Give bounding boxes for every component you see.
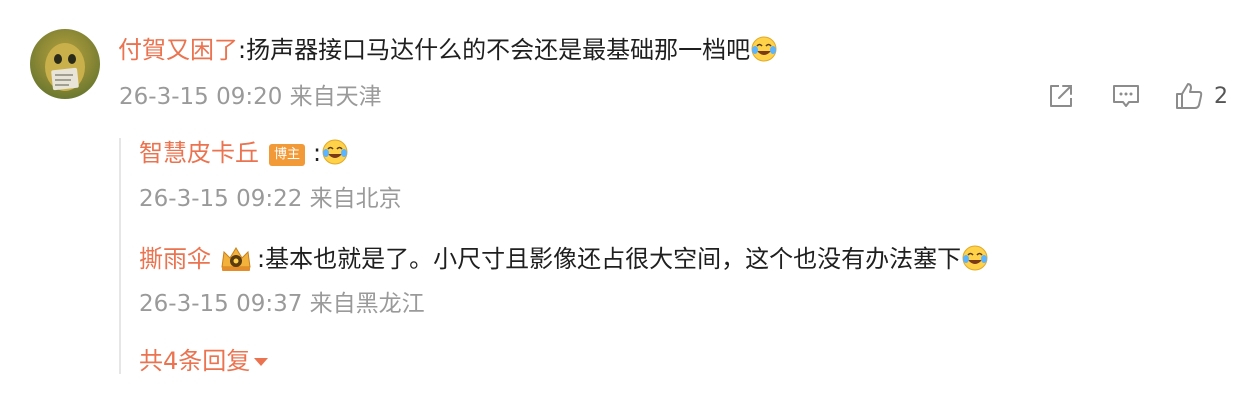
- reply-username[interactable]: 智慧皮卡丘: [139, 139, 259, 167]
- more-replies-link[interactable]: 共4条回复: [139, 346, 269, 376]
- comment-button[interactable]: [1111, 80, 1141, 112]
- reply-timestamp: 26-3-15 09:22 来自北京: [139, 186, 402, 212]
- caret-down-icon: [254, 358, 269, 366]
- more-replies-label: 共4条回复: [139, 347, 251, 375]
- reply-username[interactable]: 撕雨伞: [139, 245, 211, 273]
- reply-line: 智慧皮卡丘 博主:: [139, 138, 349, 168]
- laugh-cry-emoji-icon: [321, 138, 349, 166]
- comment-icon: [1113, 85, 1139, 107]
- reply-separator: :: [313, 139, 322, 167]
- like-count: 2: [1214, 83, 1228, 109]
- comment-separator: :: [238, 36, 247, 64]
- thumbs-up-icon: [1176, 83, 1203, 109]
- like-button[interactable]: 2: [1174, 80, 1228, 112]
- comment-timestamp: 26-3-15 09:20 来自天津: [119, 84, 382, 110]
- comment-username[interactable]: 付賀又困了: [118, 36, 238, 64]
- comment-text: 扬声器接口马达什么的不会还是最基础那一档吧: [246, 36, 751, 64]
- comment-line: 付賀又困了:扬声器接口马达什么的不会还是最基础那一档吧: [118, 35, 778, 65]
- avatar[interactable]: [30, 29, 100, 99]
- reply-separator: :: [257, 245, 266, 273]
- laugh-cry-emoji-icon: [750, 35, 778, 63]
- avatar-image: [45, 43, 85, 91]
- share-icon: [1050, 85, 1072, 107]
- share-button[interactable]: [1046, 80, 1076, 112]
- reply-line: 撕雨伞 :基本也就是了。小尺寸且影像还占很大空间，这个也没有办法塞下: [139, 243, 989, 274]
- crown-badge-icon: [219, 243, 253, 273]
- reply-timestamp: 26-3-15 09:37 来自黑龙江: [139, 291, 425, 317]
- reply-text: 基本也就是了。小尺寸且影像还占很大空间，这个也没有办法塞下: [265, 245, 962, 273]
- blogger-badge: 博主: [269, 144, 306, 166]
- laugh-cry-emoji-icon: [961, 244, 989, 272]
- reply-thread-bar: [119, 138, 121, 374]
